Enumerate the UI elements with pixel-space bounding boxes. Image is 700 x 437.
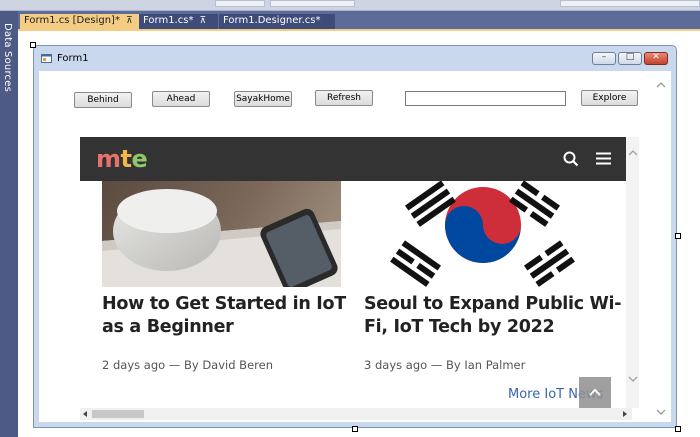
scroll-down-arrow-icon[interactable] <box>628 375 638 383</box>
browser-vertical-scrollbar[interactable] <box>626 137 639 408</box>
pin-icon[interactable]: ⊼ <box>126 16 133 26</box>
scroll-up-arrow-icon[interactable] <box>656 81 666 89</box>
form-window[interactable]: Form1 – □ ✕ Behind Ahead SayakHome Refre… <box>33 45 677 428</box>
hamburger-menu-icon[interactable] <box>596 152 611 165</box>
article-title[interactable]: How to Get Started in IoT as a Beginner <box>102 293 346 339</box>
article-title-line[interactable]: How to Get Started in IoT <box>102 293 346 316</box>
document-tabs: Form1.cs [Design]*⊼× Form1.cs*⊼ Form1.De… <box>18 12 700 29</box>
article-title-line[interactable]: Fi, IoT Tech by 2022 <box>364 316 621 339</box>
home-button[interactable]: SayakHome <box>234 91 292 107</box>
data-sources-panel[interactable]: Data Sources <box>0 11 18 437</box>
ide-toolbar <box>0 0 700 11</box>
explore-button[interactable]: Explore <box>581 90 638 106</box>
close-icon: ✕ <box>652 52 660 62</box>
form-titlebar[interactable]: Form1 – □ ✕ <box>34 46 676 70</box>
close-button[interactable]: ✕ <box>644 52 668 65</box>
toolbar-combo[interactable] <box>270 0 355 7</box>
form-window-icon <box>41 54 52 63</box>
forward-button[interactable]: Ahead <box>152 91 210 107</box>
tab-label: Form1.Designer.cs* <box>223 15 321 26</box>
article-meta: 3 days ago — By Ian Palmer <box>364 358 526 372</box>
tab-form1-cs[interactable]: Form1.cs* ⊼ <box>139 14 218 29</box>
chevron-up-icon <box>589 388 601 396</box>
article-title[interactable]: Seoul to Expand Public Wi- Fi, IoT Tech … <box>364 293 622 339</box>
maximize-button[interactable]: □ <box>618 52 642 65</box>
tab-label: Form1.cs [Design]* <box>24 15 120 26</box>
article-title-line[interactable]: Seoul to Expand Public Wi- <box>364 293 622 316</box>
toolbar-combo[interactable] <box>560 0 700 7</box>
article-image-korean-flag[interactable] <box>364 181 603 287</box>
scroll-up-arrow-icon[interactable] <box>628 149 638 157</box>
pin-icon[interactable]: ⊼ <box>199 16 206 26</box>
back-button[interactable]: Behind <box>74 92 132 108</box>
refresh-button[interactable]: Refresh <box>315 90 373 106</box>
logo-letter-e: e <box>131 145 148 173</box>
form-client-area: Behind Ahead SayakHome Refresh Explore m… <box>39 71 671 422</box>
minimize-icon: – <box>601 52 607 62</box>
data-sources-label[interactable]: Data Sources <box>2 23 13 92</box>
tab-label: Form1.cs* <box>143 15 194 26</box>
horizontal-scroll-thumb[interactable] <box>92 410 144 418</box>
toolbar-combo[interactable] <box>215 0 265 7</box>
site-logo[interactable]: mte <box>96 145 148 173</box>
browser-horizontal-scrollbar[interactable] <box>80 408 632 420</box>
scroll-left-arrow-icon[interactable] <box>81 410 89 418</box>
search-icon[interactable] <box>563 151 579 167</box>
resize-handle[interactable] <box>352 426 358 432</box>
scroll-right-arrow-icon[interactable] <box>621 410 629 418</box>
resize-handle[interactable] <box>30 42 36 48</box>
maximize-icon: □ <box>625 52 635 62</box>
tab-form1-design[interactable]: Form1.cs [Design]*⊼× <box>20 14 146 29</box>
logo-letter-m: m <box>96 145 121 173</box>
article-meta: 2 days ago — By David Beren <box>102 358 273 372</box>
site-header: mte <box>80 137 626 181</box>
form-title: Form1 <box>57 53 89 64</box>
url-input[interactable] <box>405 91 566 106</box>
minimize-button[interactable]: – <box>592 52 616 65</box>
article-image-smart-speaker[interactable] <box>102 181 341 287</box>
tab-form1-designer-cs[interactable]: Form1.Designer.cs* <box>219 14 335 29</box>
logo-letter-t: t <box>120 145 132 173</box>
scroll-down-arrow-icon[interactable] <box>656 408 666 416</box>
web-browser-control[interactable]: mte How to Get Started in IoT as a Begin… <box>80 137 639 408</box>
resize-handle[interactable] <box>675 426 681 432</box>
resize-handle[interactable] <box>675 233 681 239</box>
scroll-to-top-button[interactable] <box>579 377 611 408</box>
article-title-line[interactable]: as a Beginner <box>102 316 346 339</box>
form-vertical-scrollbar[interactable] <box>655 81 667 416</box>
